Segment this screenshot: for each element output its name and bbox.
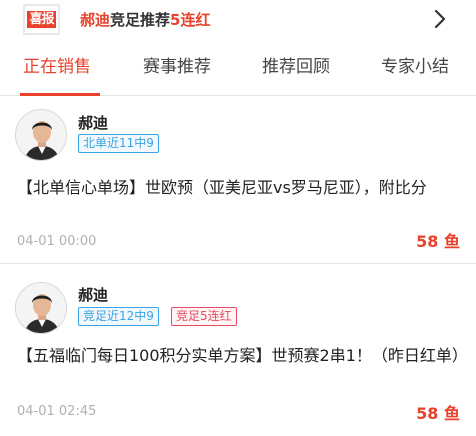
recommend-card[interactable]: 郝迪 竞足近12中9 竞足5连红 【五福临门每日100积分实单方案】世预赛2串1… xyxy=(0,270,476,436)
streak-tag: 竞足5连红 xyxy=(171,307,237,326)
expert-photo-icon xyxy=(16,283,66,333)
recommend-card[interactable]: 郝迪 北单近11中9 【北单信心单场】世欧预（亚美尼亚vs罗马尼亚），附比分 0… xyxy=(0,97,476,263)
active-tab-indicator xyxy=(20,93,100,96)
publish-time: 04-01 00:00 xyxy=(17,234,97,249)
card-divider xyxy=(0,263,476,264)
avatar[interactable] xyxy=(15,109,71,165)
tab-bar: 正在销售 赛事推荐 推荐回顾 专家小结 xyxy=(0,40,476,96)
tab-expert-summary[interactable]: 专家小结 xyxy=(381,40,449,96)
banner-expert-name: 郝迪 xyxy=(80,11,111,29)
chevron-right-icon[interactable] xyxy=(432,8,448,30)
record-tag: 北单近11中9 xyxy=(78,134,159,153)
avatar[interactable] xyxy=(15,282,71,338)
banner-middle-text: 竞足推荐 xyxy=(110,11,171,29)
expert-name[interactable]: 郝迪 xyxy=(78,285,108,305)
expert-photo-icon xyxy=(16,110,66,160)
tab-match-recommend[interactable]: 赛事推荐 xyxy=(143,40,211,96)
expert-name[interactable]: 郝迪 xyxy=(78,113,108,133)
banner-message: 郝迪竞足推荐5连红 xyxy=(80,10,210,30)
tab-on-sale[interactable]: 正在销售 xyxy=(23,40,91,96)
publish-time: 04-01 02:45 xyxy=(17,404,97,419)
record-tag: 竞足近12中9 xyxy=(78,307,159,326)
promo-banner[interactable]: 喜报 郝迪竞足推荐5连红 xyxy=(0,0,476,40)
badge-label: 喜报 xyxy=(27,11,56,28)
price-label[interactable]: 58 鱼 xyxy=(416,404,460,424)
banner-streak: 5连红 xyxy=(170,11,211,29)
price-label[interactable]: 58 鱼 xyxy=(416,232,460,252)
good-news-badge: 喜报 xyxy=(23,4,60,35)
recommend-title[interactable]: 【北单信心单场】世欧预（亚美尼亚vs罗马尼亚），附比分 xyxy=(17,175,463,201)
tab-recommend-review[interactable]: 推荐回顾 xyxy=(262,40,330,96)
recommend-title[interactable]: 【五福临门每日100积分实单方案】世预赛2串1！（昨日红单） xyxy=(17,343,468,369)
